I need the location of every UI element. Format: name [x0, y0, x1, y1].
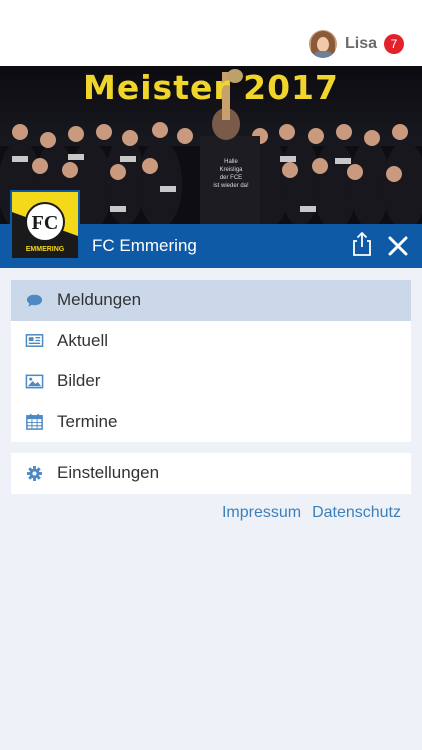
avatar[interactable] — [308, 30, 337, 58]
menu-item-einstellungen[interactable]: Einstellungen — [11, 453, 411, 494]
menu-item-meldungen[interactable]: Meldungen — [11, 280, 411, 321]
club-name: FC Emmering — [92, 236, 197, 255]
share-icon — [353, 231, 371, 256]
jersey-text-line: Kreisliga — [219, 167, 243, 173]
menu-item-bilder[interactable]: Bilder — [11, 361, 411, 402]
chat-bubble-icon — [24, 290, 44, 310]
newspaper-icon — [24, 331, 44, 351]
logo-text: EMMERING — [26, 246, 65, 253]
menu-item-label: Einstellungen — [57, 463, 160, 483]
calendar-icon — [24, 412, 44, 432]
settings-menu: Einstellungen — [11, 453, 411, 494]
image-icon — [24, 371, 44, 391]
jersey-text-line: Halle — [224, 159, 238, 165]
menu-item-label: Bilder — [57, 371, 101, 391]
datenschutz-link[interactable]: Datenschutz — [312, 504, 401, 522]
user-menu[interactable]: Lisa 7 — [308, 30, 404, 58]
main-menu: Meldungen Aktuell Bilder Termine — [11, 280, 411, 442]
top-bar: Lisa 7 — [0, 0, 422, 66]
menu-item-termine[interactable]: Termine — [11, 402, 411, 443]
impressum-link[interactable]: Impressum — [222, 504, 301, 522]
menu-item-label: Termine — [57, 411, 118, 431]
menu-item-aktuell[interactable]: Aktuell — [11, 321, 411, 362]
jersey-text: Halle Kreisliga der FCE ist wieder da! — [211, 158, 251, 190]
share-button[interactable] — [349, 231, 375, 257]
gear-icon — [24, 463, 44, 483]
hero-title: Meister 2017 — [83, 68, 339, 107]
club-crest-icon: FC EMMERING — [12, 192, 78, 258]
jersey-text-line: ist wieder da! — [213, 183, 249, 189]
menu-item-label: Aktuell — [57, 330, 109, 350]
footer-links: Impressum Datenschutz — [222, 504, 401, 522]
menu-item-label: Meldungen — [57, 290, 142, 310]
notification-badge[interactable]: 7 — [384, 34, 404, 54]
jersey-text-line: der FCE — [219, 175, 243, 181]
close-icon — [388, 236, 408, 256]
close-button[interactable] — [386, 234, 410, 258]
svg-text:FC: FC — [32, 212, 59, 234]
user-name[interactable]: Lisa — [345, 35, 377, 53]
club-logo: FC EMMERING — [10, 190, 80, 260]
